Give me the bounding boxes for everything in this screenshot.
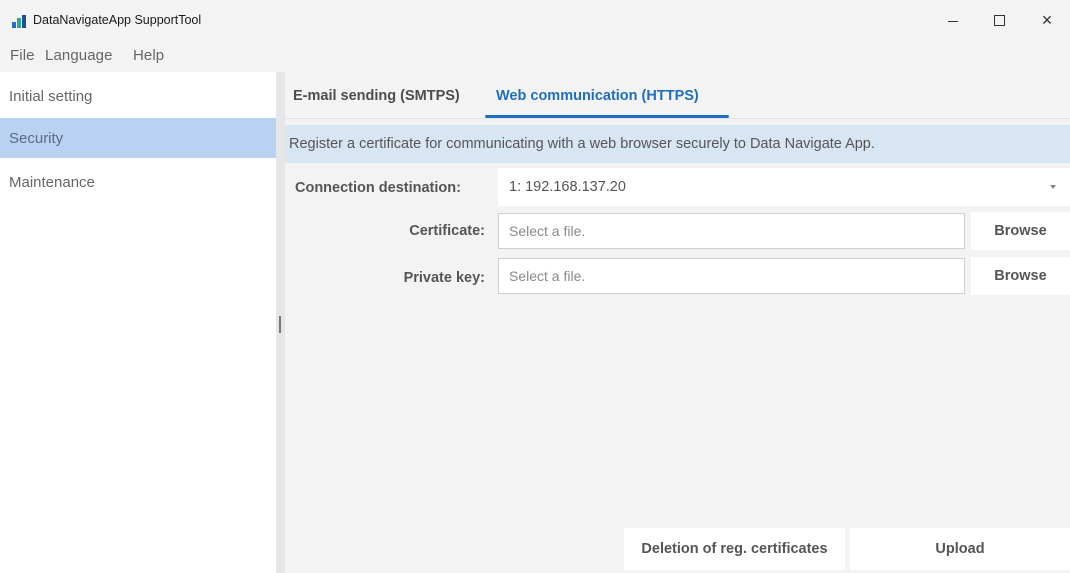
menu-language[interactable]: Language bbox=[45, 47, 113, 64]
sidebar: Initial setting Security Maintenance bbox=[0, 74, 276, 573]
certificate-input[interactable] bbox=[498, 213, 965, 249]
connection-destination-value: 1: 192.168.137.20 bbox=[509, 179, 626, 195]
private-key-label: Private key: bbox=[403, 270, 485, 286]
pane-splitter[interactable] bbox=[276, 72, 285, 573]
minimize-button[interactable] bbox=[930, 0, 976, 40]
certificate-browse-button[interactable]: Browse bbox=[971, 212, 1070, 250]
minimize-icon bbox=[948, 20, 958, 22]
tab-bar: E-mail sending (SMTPS) Web communication… bbox=[285, 72, 1070, 119]
title-bar: DataNavigateApp SupportTool × bbox=[0, 0, 1070, 40]
menu-bar: File Language Help bbox=[0, 40, 1070, 72]
info-banner: Register a certificate for communicating… bbox=[285, 125, 1070, 163]
sidebar-item-label: Security bbox=[9, 130, 64, 147]
close-icon: × bbox=[1041, 9, 1053, 30]
connection-destination-select[interactable]: 1: 192.168.137.20 bbox=[498, 168, 1070, 206]
private-key-browse-button[interactable]: Browse bbox=[971, 257, 1070, 295]
private-key-input[interactable] bbox=[498, 258, 965, 294]
delete-certificates-button[interactable]: Deletion of reg. certificates bbox=[624, 528, 845, 570]
splitter-grip-icon bbox=[279, 316, 281, 333]
sidebar-item-security[interactable]: Security bbox=[0, 118, 276, 158]
maximize-icon bbox=[993, 14, 1005, 26]
sidebar-item-label: Maintenance bbox=[9, 174, 95, 191]
close-button[interactable]: × bbox=[1024, 0, 1070, 40]
connection-destination-label: Connection destination: bbox=[295, 180, 461, 196]
menu-help[interactable]: Help bbox=[133, 47, 164, 64]
main-panel: E-mail sending (SMTPS) Web communication… bbox=[285, 72, 1070, 573]
tab-web-https[interactable]: Web communication (HTTPS) bbox=[496, 88, 699, 104]
info-text: Register a certificate for communicating… bbox=[289, 136, 875, 152]
tab-email-smtps[interactable]: E-mail sending (SMTPS) bbox=[293, 88, 460, 104]
sidebar-item-label: Initial setting bbox=[9, 88, 93, 105]
app-logo-icon bbox=[12, 15, 26, 28]
upload-button[interactable]: Upload bbox=[850, 528, 1070, 570]
maximize-button[interactable] bbox=[976, 0, 1022, 40]
certificate-label: Certificate: bbox=[409, 223, 485, 239]
dropdown-caret-icon bbox=[1050, 185, 1056, 189]
sidebar-item-initial-setting[interactable]: Initial setting bbox=[0, 76, 276, 116]
menu-file[interactable]: File bbox=[10, 47, 35, 64]
sidebar-item-maintenance[interactable]: Maintenance bbox=[0, 162, 276, 202]
window-title: DataNavigateApp SupportTool bbox=[33, 13, 202, 27]
active-tab-indicator bbox=[485, 115, 729, 118]
